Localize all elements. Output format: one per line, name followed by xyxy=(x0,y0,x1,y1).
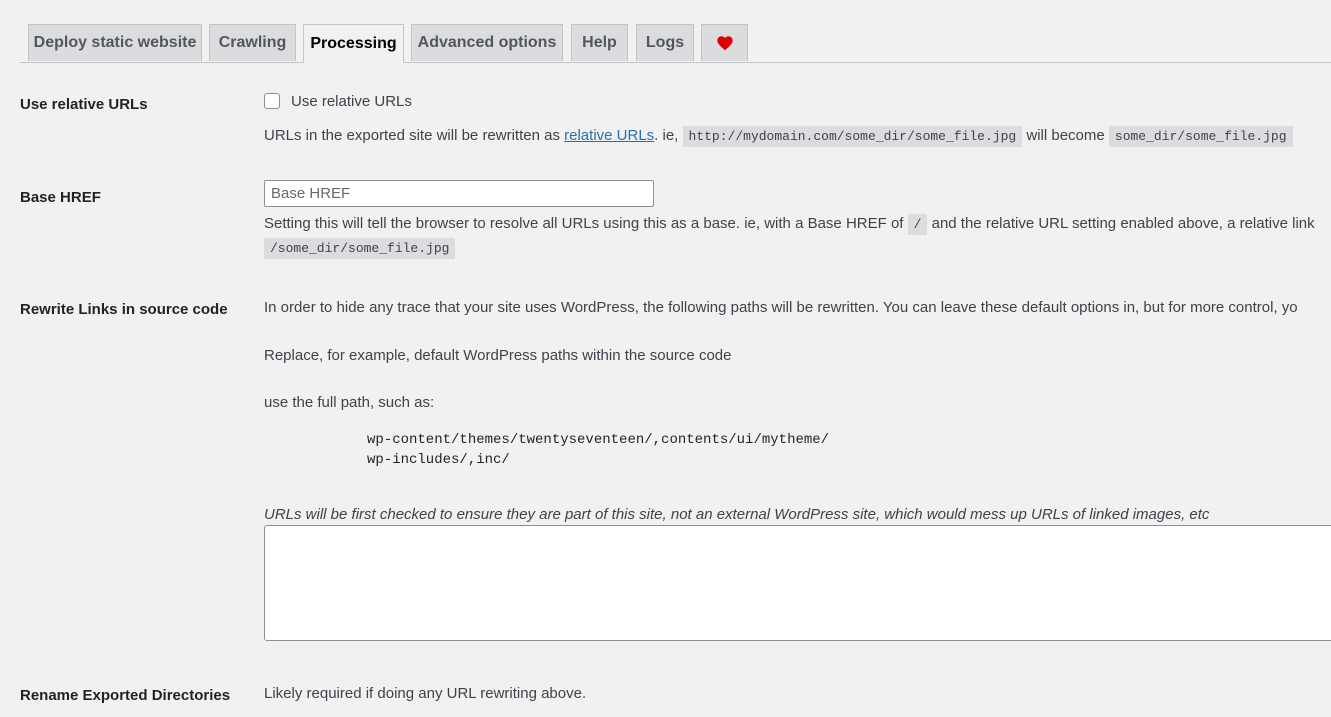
tab-donate[interactable] xyxy=(701,24,748,61)
settings-tab-bar: Deploy static website Crawling Processin… xyxy=(20,24,1331,63)
rewrite-links-intro: In order to hide any trace that your sit… xyxy=(264,299,1298,316)
tab-deploy-static-website[interactable]: Deploy static website xyxy=(28,24,202,61)
rewrite-rules-textarea[interactable] xyxy=(264,525,1331,641)
tab-help[interactable]: Help xyxy=(571,24,628,61)
relative-urls-description: URLs in the exported site will be rewrit… xyxy=(264,126,1331,147)
rename-dirs-description: Likely required if doing any URL rewriti… xyxy=(264,685,587,702)
tab-processing[interactable]: Processing xyxy=(303,24,404,63)
rewrite-links-label: Rewrite Links in source code xyxy=(20,301,228,318)
rewrite-links-full-path-text: use the full path, such as: xyxy=(264,394,435,411)
example-absolute-url: http://mydomain.com/some_dir/some_file.j… xyxy=(682,126,1023,147)
example-relative-url: some_dir/some_file.jpg xyxy=(1108,126,1293,147)
relative-urls-label: Use relative URLs xyxy=(20,96,148,113)
rename-dirs-label: Rename Exported Directories xyxy=(20,687,231,704)
tab-advanced-options[interactable]: Advanced options xyxy=(411,24,563,61)
tab-crawling[interactable]: Crawling xyxy=(209,24,296,61)
base-href-label: Base HREF xyxy=(20,189,101,206)
example-base-href: / xyxy=(907,214,928,235)
rewrite-links-note: URLs will be first checked to ensure the… xyxy=(264,506,1210,523)
description-text: will become xyxy=(1022,127,1109,144)
tab-label: Help xyxy=(582,34,617,51)
base-href-description: Setting this will tell the browser to re… xyxy=(264,214,1331,235)
tab-logs[interactable]: Logs xyxy=(636,24,694,61)
rewrite-links-replace-text: Replace, for example, default WordPress … xyxy=(264,347,732,364)
heart-icon xyxy=(716,36,733,51)
description-text: URLs in the exported site will be rewrit… xyxy=(264,127,565,144)
tab-label: Logs xyxy=(645,34,685,51)
tab-label: Crawling xyxy=(218,34,287,51)
tab-label: Advanced options xyxy=(417,34,557,51)
rewrite-links-example-block: wp-content/themes/twentyseventeen/,conte… xyxy=(367,430,829,470)
tab-label: Deploy static website xyxy=(33,34,197,51)
description-text: . ie, xyxy=(654,127,683,144)
base-href-input[interactable] xyxy=(264,180,654,207)
relative-urls-checkbox-label[interactable]: Use relative URLs xyxy=(291,93,412,110)
description-text: Setting this will tell the browser to re… xyxy=(264,215,908,232)
example-line: wp-includes/,inc/ xyxy=(367,452,510,468)
example-resolved-path: /some_dir/some_file.jpg xyxy=(264,238,456,259)
base-href-example-line: /some_dir/some_file.jpg xyxy=(264,238,1331,259)
tab-label: Processing xyxy=(310,35,397,52)
example-line: wp-content/themes/twentyseventeen/,conte… xyxy=(367,432,830,448)
description-text: and the relative URL setting enabled abo… xyxy=(927,215,1315,232)
relative-urls-link[interactable]: relative URLs xyxy=(564,127,654,144)
relative-urls-checkbox[interactable] xyxy=(264,93,280,109)
